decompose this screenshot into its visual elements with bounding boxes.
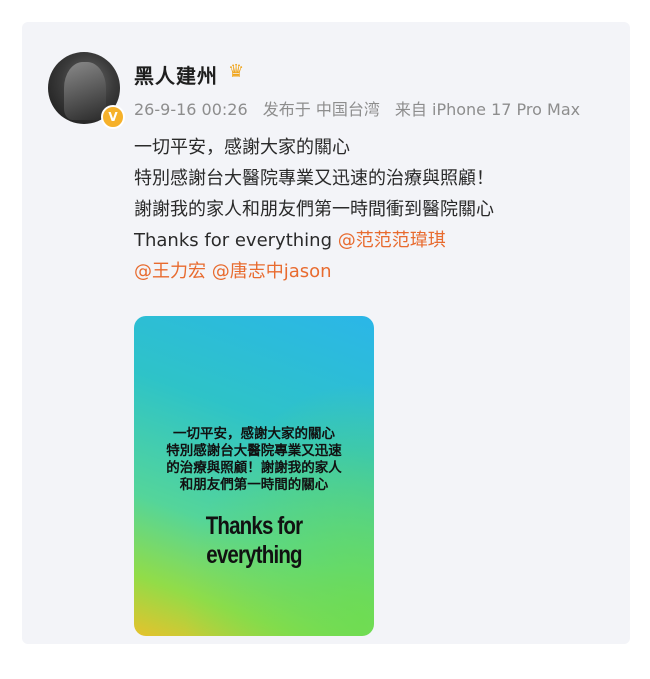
post-line-2: 特別感謝台大醫院專業又迅速的治療與照顧！ — [134, 168, 494, 189]
post-location: 发布于 中国台湾 — [262, 100, 380, 119]
post-body: 一切平安，感謝大家的關心 特別感謝台大醫院專業又迅速的治療與照顧！ 謝謝我的家人… — [134, 132, 614, 287]
post-time: 26-9-16 00:26 — [134, 100, 248, 119]
image-line-3: 的治療與照顧！謝謝我的家人 — [166, 460, 342, 476]
post-meta: 26-9-16 00:26 发布于 中国台湾 来自 iPhone 17 Pro … — [134, 96, 590, 120]
post-line-5: @王力宏 @唐志中jason — [134, 256, 614, 287]
post-device: 来自 iPhone 17 Pro Max — [394, 100, 581, 119]
crown-icon: ♛ — [228, 61, 245, 82]
image-line-2: 特別感謝台大醫院專業又迅速 — [166, 443, 342, 459]
verified-badge-icon: V — [101, 105, 125, 129]
post-line-3: 謝謝我的家人和朋友們第一時間衝到醫院關心 — [134, 199, 494, 220]
post-line-1: 一切平安，感謝大家的關心 — [134, 137, 350, 158]
mention-link[interactable]: @王力宏 — [134, 261, 206, 282]
image-caption: 一切平安，感謝大家的關心 特別感謝台大醫院專業又迅速 的治療與照顧！謝謝我的家人… — [134, 426, 374, 494]
post-line-4: Thanks for everything @范范范瑋琪 — [134, 225, 614, 256]
mention-link[interactable]: @范范范瑋琪 — [338, 230, 446, 251]
image-line-4: 和朋友們第一時間的關心 — [179, 477, 329, 493]
image-thanks-text: Thanks for everything — [205, 512, 303, 569]
image-line-1: 一切平安，感謝大家的關心 — [173, 426, 335, 442]
username[interactable]: 黑人建州 — [134, 60, 218, 89]
avatar-figure — [64, 62, 106, 120]
post-image[interactable]: 一切平安，感謝大家的關心 特別感謝台大醫院專業又迅速 的治療與照顧！謝謝我的家人… — [134, 316, 374, 636]
mention-link[interactable]: @唐志中jason — [212, 261, 332, 282]
thanks-text: Thanks for everything — [134, 230, 338, 251]
